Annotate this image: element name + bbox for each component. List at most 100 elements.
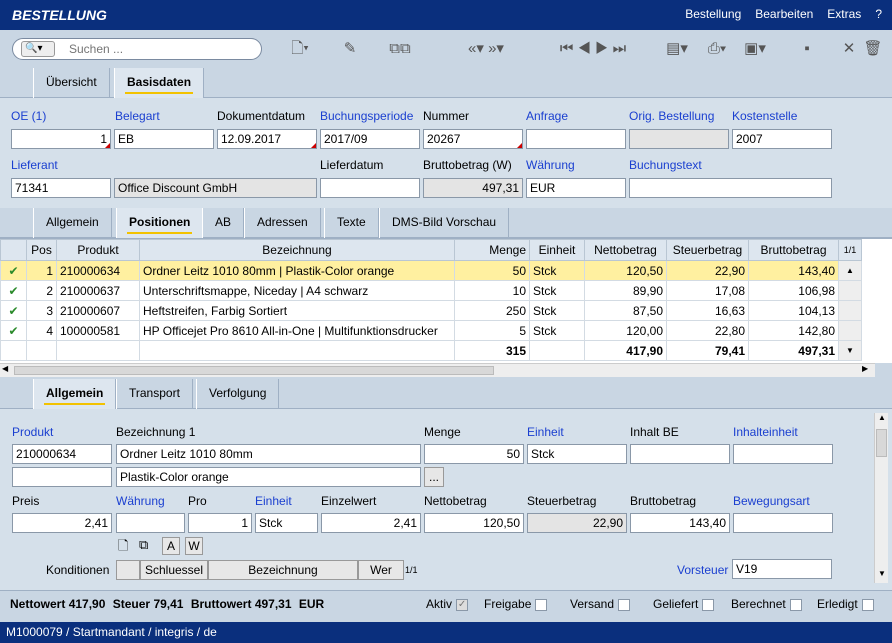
new-document-icon[interactable]: 🗋▾: [285, 38, 315, 60]
search-input[interactable]: [69, 42, 249, 56]
copy-icon[interactable]: ⧉⧉: [380, 38, 420, 60]
nummer-field[interactable]: 20267: [423, 129, 523, 149]
scroll-left-icon[interactable]: ◀: [2, 364, 8, 373]
grid-header-menge[interactable]: Menge: [454, 239, 530, 261]
ellipsis-button[interactable]: ...: [424, 467, 444, 487]
scroll-down-icon[interactable]: ▼: [878, 569, 886, 578]
table-row[interactable]: ✔ 1 210000634 Ordner Leitz 1010 80mm | P…: [0, 260, 862, 281]
waehrung-label[interactable]: Währung: [526, 158, 575, 172]
einheit-label[interactable]: Einheit: [527, 425, 564, 439]
produkt-field[interactable]: 210000634: [12, 444, 112, 464]
tab-basisdaten[interactable]: Basisdaten: [114, 68, 205, 98]
scroll-down-icon[interactable]: ▼: [838, 340, 862, 361]
berechnet-checkbox[interactable]: [789, 598, 802, 611]
produkt-extra-field[interactable]: [12, 467, 112, 487]
tab-texte[interactable]: Texte: [324, 208, 379, 238]
kostenstelle-label[interactable]: Kostenstelle: [732, 109, 797, 123]
tab-uebersicht[interactable]: Übersicht: [33, 68, 110, 98]
bezeichnung2-field[interactable]: Plastik-Color orange: [116, 467, 421, 487]
navigate-back-forward-icon[interactable]: «▾ »▾: [450, 38, 522, 60]
print-icon[interactable]: ⎙▾: [700, 38, 734, 60]
scroll-up-icon[interactable]: ▲: [838, 260, 862, 281]
menu-help[interactable]: ?: [875, 7, 882, 21]
tab-adressen[interactable]: Adressen: [244, 208, 321, 238]
einheit2-label[interactable]: Einheit: [255, 494, 292, 508]
pro-field[interactable]: 1: [188, 513, 252, 533]
grid-scrollbar[interactable]: [838, 280, 862, 301]
erledigt-checkbox[interactable]: [861, 598, 874, 611]
geliefert-checkbox[interactable]: [702, 598, 715, 611]
kostenstelle-field[interactable]: 2007: [732, 129, 832, 149]
vorsteuer-label[interactable]: Vorsteuer: [677, 563, 728, 577]
grid-scrollbar[interactable]: [838, 320, 862, 341]
lieferant-label[interactable]: Lieferant: [11, 158, 58, 172]
anfrage-label[interactable]: Anfrage: [526, 109, 568, 123]
new-condition-icon[interactable]: 🗋: [118, 537, 128, 559]
konditionen-col-wert[interactable]: Wer: [358, 560, 404, 580]
bruttobetrag-detail-field[interactable]: 143,40: [630, 513, 730, 533]
nettobetrag-field[interactable]: 120,50: [424, 513, 524, 533]
scrollbar-thumb[interactable]: [876, 429, 887, 457]
belegart-label[interactable]: Belegart: [115, 109, 160, 123]
tab-ab[interactable]: AB: [202, 208, 245, 238]
einheit-field[interactable]: Stck: [527, 444, 627, 464]
grid-header-produkt[interactable]: Produkt: [56, 239, 140, 261]
cancel-icon[interactable]: ✕: [838, 38, 860, 60]
waehrung-detail-label[interactable]: Währung: [116, 494, 165, 508]
bewegungsart-field[interactable]: [733, 513, 833, 533]
menu-extras[interactable]: Extras: [827, 7, 861, 21]
grid-header-einheit[interactable]: Einheit: [529, 239, 585, 261]
waehrung-field[interactable]: EUR: [526, 178, 626, 198]
grid-header-bezeichnung[interactable]: Bezeichnung: [139, 239, 455, 261]
bewegungsart-label[interactable]: Bewegungsart: [733, 494, 810, 508]
tab-transport[interactable]: Transport: [116, 379, 193, 409]
menu-bestellung[interactable]: Bestellung: [685, 7, 741, 21]
preis-field[interactable]: 2,41: [12, 513, 112, 533]
belegart-field[interactable]: EB: [114, 129, 214, 149]
table-row[interactable]: ✔ 2 210000637 Unterschriftsmappe, Niceda…: [0, 280, 862, 301]
freigabe-checkbox[interactable]: [535, 598, 548, 611]
buchungstext-field[interactable]: [629, 178, 832, 198]
grid-header-pos[interactable]: Pos: [26, 239, 57, 261]
button-w[interactable]: W: [185, 537, 203, 555]
produkt-label[interactable]: Produkt: [12, 425, 53, 439]
waehrung-detail-field[interactable]: [116, 513, 185, 533]
dokumentdatum-field[interactable]: 12.09.2017: [217, 129, 317, 149]
edit-icon[interactable]: ✎: [338, 38, 362, 60]
copy-condition-icon[interactable]: ⧉: [139, 537, 148, 553]
table-row[interactable]: ✔ 3 210000607 Heftstreifen, Farbig Sorti…: [0, 300, 862, 321]
detail-scrollbar[interactable]: ▲ ▼: [874, 413, 888, 583]
tab-detail-allgemein[interactable]: Allgemein: [33, 379, 117, 409]
vorsteuer-field[interactable]: V19: [732, 559, 832, 579]
tab-allgemein[interactable]: Allgemein: [33, 208, 112, 238]
oe-field[interactable]: 1: [11, 129, 111, 149]
grid-header-bruttobetrag[interactable]: Bruttobetrag: [748, 239, 839, 261]
aktiv-checkbox[interactable]: ✓: [456, 598, 469, 611]
oe-label[interactable]: OE (1): [11, 109, 46, 123]
report-icon[interactable]: ▤▾: [662, 38, 692, 60]
inhalteinheit-field[interactable]: [733, 444, 833, 464]
grid-scrollbar[interactable]: [838, 300, 862, 321]
grid-header-nettobetrag[interactable]: Nettobetrag: [584, 239, 667, 261]
orig-bestellung-label[interactable]: Orig. Bestellung: [629, 109, 714, 123]
lieferant-field[interactable]: 71341: [11, 178, 111, 198]
search-icon[interactable]: 🔍▾: [21, 41, 55, 57]
save-icon[interactable]: ▪: [795, 38, 819, 60]
anfrage-field[interactable]: [526, 129, 626, 149]
konditionen-col-schluessel[interactable]: Schluessel: [140, 560, 208, 580]
lieferdatum-field[interactable]: [320, 178, 420, 198]
scrollbar-thumb[interactable]: [14, 366, 494, 375]
buchungsperiode-label[interactable]: Buchungsperiode: [320, 109, 413, 123]
inhalteinheit-label[interactable]: Inhalteinheit: [733, 425, 798, 439]
tab-positionen[interactable]: Positionen: [116, 208, 204, 238]
scroll-up-icon[interactable]: ▲: [878, 413, 886, 422]
record-navigation-icon[interactable]: ⏮ ◀ ▶ ⏭: [545, 38, 641, 60]
bezeichnung1-field[interactable]: Ordner Leitz 1010 80mm: [116, 444, 421, 464]
menu-bearbeiten[interactable]: Bearbeiten: [755, 7, 813, 21]
horizontal-scrollbar[interactable]: ◀ ▶: [0, 363, 875, 377]
buchungsperiode-field[interactable]: 2017/09: [320, 129, 420, 149]
delete-icon[interactable]: 🗑: [862, 38, 884, 60]
versand-checkbox[interactable]: [618, 598, 631, 611]
einzelwert-field[interactable]: 2,41: [321, 513, 421, 533]
tab-dms-bild-vorschau[interactable]: DMS-Bild Vorschau: [379, 208, 510, 238]
